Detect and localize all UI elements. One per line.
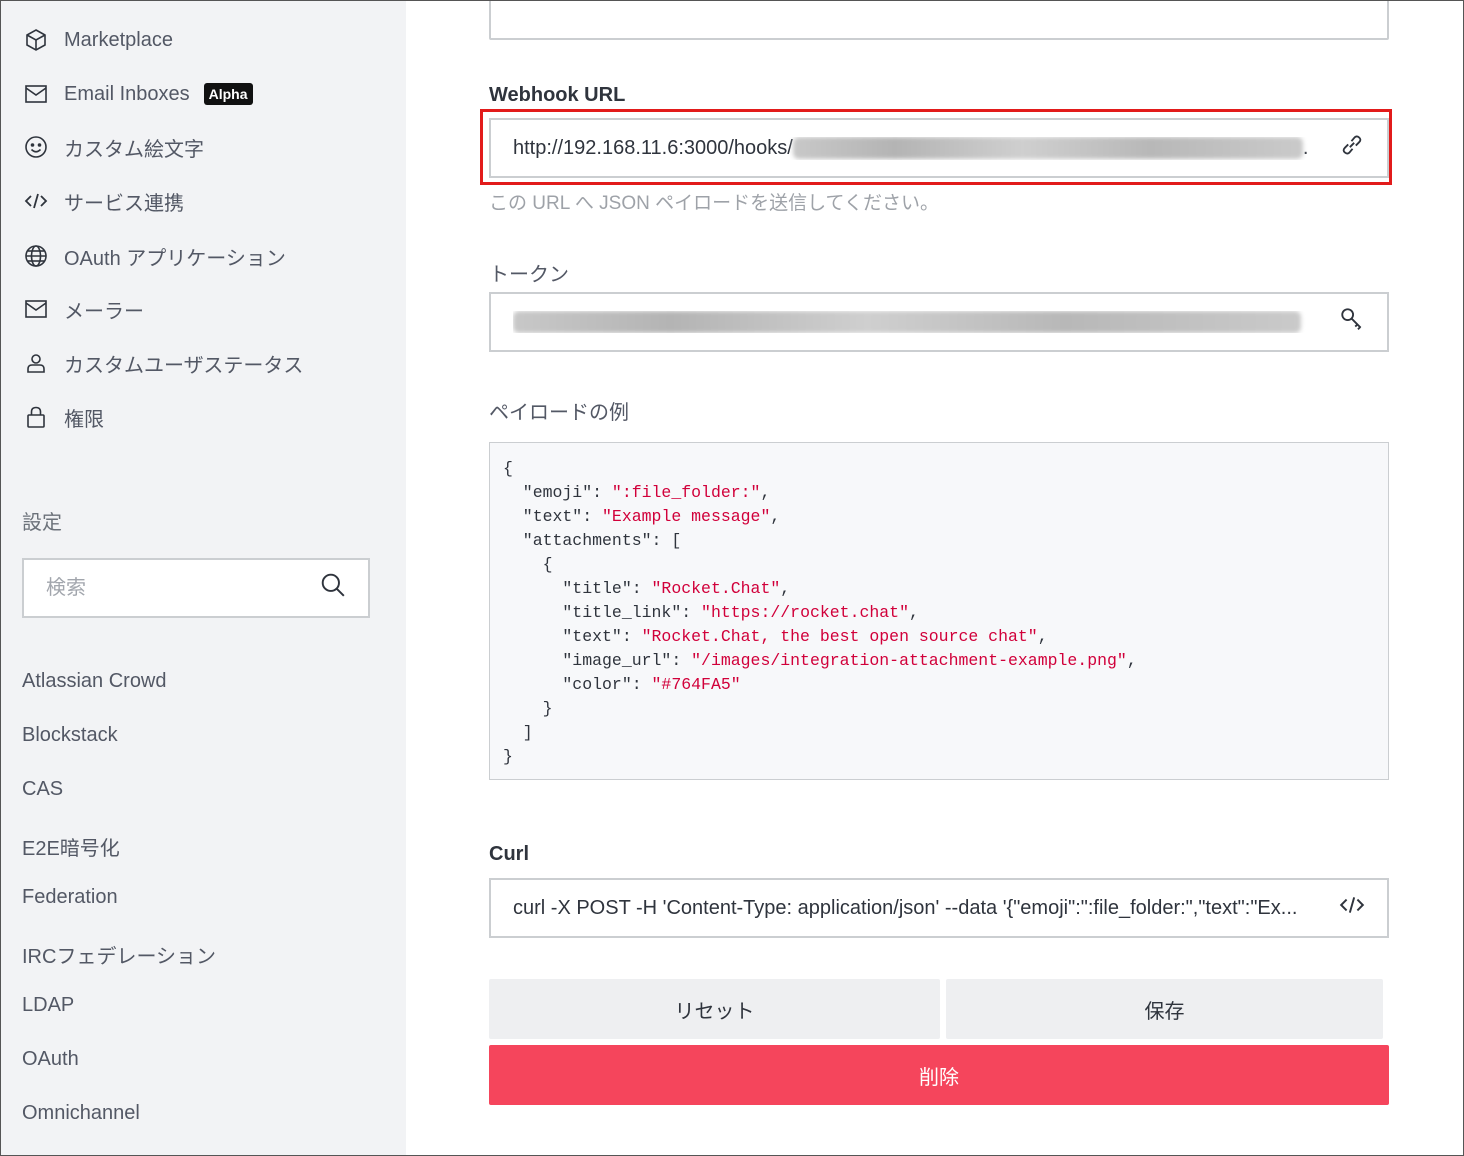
token-field[interactable] bbox=[489, 292, 1389, 352]
sidebar-item-custom-emoji[interactable]: カスタム絵文字 bbox=[22, 129, 204, 165]
code-string: "#764FA5" bbox=[651, 675, 741, 694]
code-token: "attachments": [ bbox=[503, 531, 682, 550]
code-line: { bbox=[503, 457, 1375, 481]
code-line: "emoji": ":file_folder:", bbox=[503, 481, 1375, 505]
delete-button[interactable]: 削除 bbox=[489, 1045, 1389, 1105]
sidebar-item-label: 権限 bbox=[64, 408, 104, 431]
settings-item-omnichannel[interactable]: Omnichannel bbox=[22, 1102, 140, 1125]
code-token: "color": bbox=[503, 675, 652, 694]
code-line: "title": "Rocket.Chat", bbox=[503, 577, 1375, 601]
sidebar-item-label: カスタムユーザステータス bbox=[64, 354, 304, 377]
code-token: "text": bbox=[503, 507, 603, 526]
webhook-url-hint: この URL へ JSON ペイロードを送信してください。 bbox=[489, 193, 939, 214]
payload-example-label: ペイロードの例 bbox=[489, 402, 629, 424]
sidebar-item-label: Email Inboxes bbox=[64, 82, 190, 105]
settings-item-oauth[interactable]: OAuth bbox=[22, 1048, 79, 1071]
globe-icon bbox=[22, 242, 50, 270]
save-button[interactable]: 保存 bbox=[946, 979, 1383, 1039]
code-token: , bbox=[1037, 627, 1048, 646]
lock-icon bbox=[22, 403, 50, 431]
code-token: "emoji": bbox=[503, 483, 612, 502]
code-line: } bbox=[503, 697, 1375, 721]
settings-section-label: 設定 bbox=[22, 512, 62, 534]
sidebar-item-marketplace[interactable]: Marketplace bbox=[22, 22, 173, 58]
settings-item-ldap[interactable]: LDAP bbox=[22, 994, 74, 1017]
code-line: } bbox=[503, 745, 1375, 769]
payload-example-code: { "emoji": ":file_folder:", "text": "Exa… bbox=[489, 442, 1389, 780]
code-string: "Example message" bbox=[602, 507, 771, 526]
sidebar-item-label: カスタム絵文字 bbox=[64, 138, 204, 161]
code-token: ] bbox=[503, 723, 533, 742]
settings-item-e2e[interactable]: E2E暗号化 bbox=[22, 832, 120, 861]
emoji-icon bbox=[22, 133, 50, 161]
code-line: "text": "Rocket.Chat, the best open sour… bbox=[503, 625, 1375, 649]
reset-button[interactable]: リセット bbox=[489, 979, 940, 1039]
settings-item-blockstack[interactable]: Blockstack bbox=[22, 724, 118, 747]
code-token: , bbox=[770, 507, 781, 526]
code-token: , bbox=[908, 603, 919, 622]
code-line: "attachments": [ bbox=[503, 529, 1375, 553]
code-token: "title": bbox=[503, 579, 652, 598]
code-string: ":file_folder:" bbox=[611, 483, 761, 502]
sidebar-item-integrations[interactable]: サービス連携 bbox=[22, 183, 184, 219]
sidebar-item-email-inboxes[interactable]: Email Inboxes Alpha bbox=[22, 76, 253, 112]
code-token: "title_link": bbox=[503, 603, 702, 622]
curl-label: Curl bbox=[489, 843, 529, 865]
code-icon bbox=[22, 187, 50, 215]
mail-icon bbox=[22, 295, 50, 323]
code-token: } bbox=[503, 699, 553, 718]
sidebar-item-label: サービス連携 bbox=[64, 192, 184, 215]
code-icon[interactable] bbox=[1339, 892, 1365, 924]
alpha-badge: Alpha bbox=[203, 83, 253, 105]
sidebar-item-mailer[interactable]: メーラー bbox=[22, 291, 144, 327]
cube-icon bbox=[22, 26, 50, 54]
sidebar-item-oauth-apps[interactable]: OAuth アプリケーション bbox=[22, 238, 286, 274]
sidebar-item-custom-user-status[interactable]: カスタムユーザステータス bbox=[22, 345, 303, 381]
token-label: トークン bbox=[489, 264, 569, 286]
redacted-token-value bbox=[513, 311, 1301, 333]
settings-search-input[interactable] bbox=[46, 576, 320, 600]
code-line: "title_link": "https://rocket.chat", bbox=[503, 601, 1375, 625]
mail-icon bbox=[22, 80, 50, 108]
search-icon[interactable] bbox=[320, 572, 346, 604]
sidebar-item-label: メーラー bbox=[64, 300, 144, 323]
sidebar-item-label: Marketplace bbox=[64, 28, 173, 51]
code-string: "Rocket.Chat, the best open source chat" bbox=[641, 627, 1038, 646]
settings-item-irc-federation[interactable]: IRCフェデレーション bbox=[22, 940, 216, 969]
code-token: , bbox=[780, 579, 791, 598]
code-token: , bbox=[1126, 651, 1137, 670]
code-line: "color": "#764FA5" bbox=[503, 673, 1375, 697]
code-string: "https://rocket.chat" bbox=[701, 603, 909, 622]
key-icon[interactable] bbox=[1339, 306, 1365, 338]
curl-field[interactable]: curl -X POST -H 'Content-Type: applicati… bbox=[489, 878, 1389, 938]
highlight-box bbox=[480, 109, 1392, 185]
settings-item-atlassian-crowd[interactable]: Atlassian Crowd bbox=[22, 670, 167, 693]
settings-search-box bbox=[22, 558, 370, 618]
code-token: "image_url": bbox=[503, 651, 692, 670]
code-line: ] bbox=[503, 721, 1375, 745]
sidebar-item-permissions[interactable]: 権限 bbox=[22, 399, 104, 435]
code-token: { bbox=[503, 459, 513, 478]
code-line: { bbox=[503, 553, 1375, 577]
code-line: "text": "Example message", bbox=[503, 505, 1375, 529]
code-string: "/images/integration-attachment-example.… bbox=[691, 651, 1127, 670]
code-token: , bbox=[760, 483, 771, 502]
curl-value: curl -X POST -H 'Content-Type: applicati… bbox=[513, 896, 1298, 919]
code-token: { bbox=[503, 555, 553, 574]
code-token: } bbox=[503, 747, 513, 766]
previous-field-input[interactable] bbox=[489, 0, 1389, 40]
webhook-url-label: Webhook URL bbox=[489, 84, 626, 106]
code-token: "text": bbox=[503, 627, 642, 646]
code-line: "image_url": "/images/integration-attach… bbox=[503, 649, 1375, 673]
code-string: "Rocket.Chat" bbox=[651, 579, 781, 598]
settings-item-cas[interactable]: CAS bbox=[22, 778, 63, 801]
admin-sidebar: Marketplace Email Inboxes Alpha カスタム絵文字 … bbox=[0, 0, 406, 1156]
user-icon bbox=[22, 349, 50, 377]
sidebar-item-label: OAuth アプリケーション bbox=[64, 247, 286, 270]
settings-item-federation[interactable]: Federation bbox=[22, 886, 118, 909]
